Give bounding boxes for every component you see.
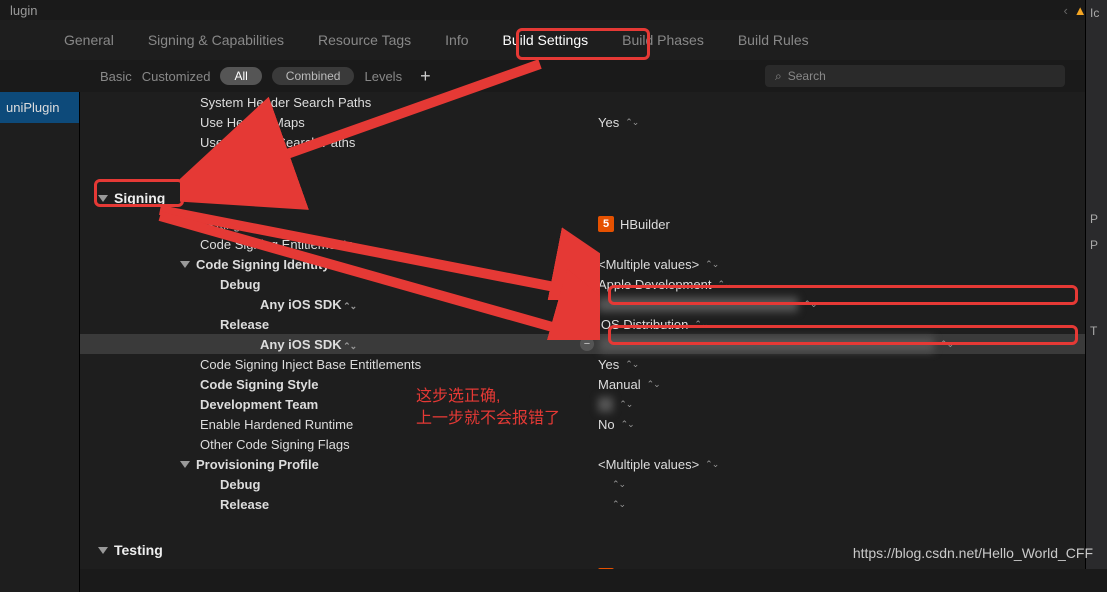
annotation-text: 这步选正确, 上一步就不会报错了 bbox=[416, 386, 560, 431]
setting-row[interactable]: Enable Hardened RuntimeNo⌃⌄ bbox=[80, 414, 1085, 434]
filter-bar: Basic Customized All Combined Levels + ⌕… bbox=[0, 60, 1085, 92]
filter-combined[interactable]: Combined bbox=[272, 67, 355, 85]
disclosure-icon bbox=[98, 547, 108, 554]
watermark: https://blog.csdn.net/Hello_World_CFF bbox=[853, 545, 1093, 561]
section-signing[interactable]: Signing bbox=[80, 182, 1085, 214]
tab-signing-caps[interactable]: Signing & Capabilities bbox=[144, 26, 288, 54]
hbuilder-icon: 5 bbox=[598, 216, 614, 232]
filter-basic[interactable]: Basic bbox=[100, 69, 132, 84]
setting-row[interactable]: Code Signing StyleManual⌃⌄ bbox=[80, 374, 1085, 394]
chevron-updown-icon: ⌃⌄ bbox=[625, 359, 638, 370]
setting-row[interactable]: Use Header MapsYes⌃⌄ bbox=[80, 112, 1085, 132]
setting-row[interactable]: System Header Search Paths bbox=[80, 92, 1085, 112]
tab-build-phases[interactable]: Build Phases bbox=[618, 26, 708, 54]
setting-row[interactable]: Any iOS SDK ⌃⌄−iPhone Distribution: Shen… bbox=[80, 334, 1085, 354]
filter-customized[interactable]: Customized bbox=[142, 69, 211, 84]
target-item[interactable]: uniPlugin bbox=[0, 92, 79, 123]
setting-row[interactable]: Provisioning Profile<Multiple values>⌃⌄ bbox=[80, 454, 1085, 474]
search-placeholder: Search bbox=[788, 69, 826, 83]
editor-main: General Signing & Capabilities Resource … bbox=[0, 20, 1085, 569]
setting-row[interactable]: Debug ⌃⌄ bbox=[80, 474, 1085, 494]
tab-resource-tags[interactable]: Resource Tags bbox=[314, 26, 415, 54]
disclosure-icon bbox=[180, 261, 190, 268]
setting-row[interactable]: ReleaseiOS Distribution⌃⌄ bbox=[80, 314, 1085, 334]
chevron-updown-icon: ⌃⌄ bbox=[804, 299, 817, 310]
setting-row[interactable]: Code Signing Inject Base EntitlementsYes… bbox=[80, 354, 1085, 374]
remove-icon[interactable]: − bbox=[580, 337, 594, 351]
setting-row[interactable]: Other Code Signing Flags bbox=[80, 434, 1085, 454]
chevron-updown-icon: ⌃⌄ bbox=[625, 117, 638, 128]
setting-row[interactable]: Release ⌃⌄ bbox=[80, 494, 1085, 514]
window-title: lugin bbox=[10, 3, 37, 18]
search-icon: ⌕ bbox=[775, 69, 782, 84]
targets-sidebar: uniPlugin bbox=[0, 92, 80, 592]
setting-row[interactable]: User Header Search Paths bbox=[80, 132, 1085, 152]
setting-row[interactable]: Development Team d⌃⌄ bbox=[80, 394, 1085, 414]
right-inspector: Ic P P T bbox=[1085, 0, 1107, 569]
disclosure-icon bbox=[98, 195, 108, 202]
search-field[interactable]: ⌕ Search bbox=[765, 65, 1065, 87]
chevron-updown-icon: ⌃⌄ bbox=[705, 259, 718, 270]
setting-row[interactable]: Any iOS SDK ⌃⌄iPhone Developer: zhuolin … bbox=[80, 294, 1085, 314]
settings-content: System Header Search Paths Use Header Ma… bbox=[80, 92, 1085, 569]
add-setting-button[interactable]: + bbox=[420, 66, 431, 87]
window-titlebar: lugin ‹ ▲ › bbox=[0, 0, 1107, 20]
chevron-updown-icon: ⌃⌄ bbox=[705, 459, 718, 470]
column-header: Setting5HBuilder bbox=[80, 214, 1085, 234]
filter-levels[interactable]: Levels bbox=[364, 69, 402, 84]
project-tabs: General Signing & Capabilities Resource … bbox=[0, 20, 1085, 60]
chevron-updown-icon: ⌃⌄ bbox=[717, 279, 730, 290]
tab-info[interactable]: Info bbox=[441, 26, 472, 54]
chevron-updown-icon: ⌃⌄ bbox=[612, 479, 625, 490]
setting-row[interactable]: Code Signing Entitlements bbox=[80, 234, 1085, 254]
filter-all[interactable]: All bbox=[220, 67, 261, 85]
setting-row[interactable]: Code Signing Identity<Multiple values>⌃⌄ bbox=[80, 254, 1085, 274]
tab-build-settings[interactable]: Build Settings bbox=[499, 26, 593, 54]
tab-general[interactable]: General bbox=[60, 26, 118, 54]
disclosure-icon bbox=[180, 461, 190, 468]
setting-row[interactable]: DebugApple Development⌃⌄ bbox=[80, 274, 1085, 294]
chevron-updown-icon: ⌃⌄ bbox=[647, 379, 660, 390]
chevron-updown-icon: ⌃⌄ bbox=[619, 399, 632, 410]
chevron-updown-icon: ⌃⌄ bbox=[694, 319, 707, 330]
chevron-updown-icon: ⌃⌄ bbox=[621, 419, 634, 430]
chevron-updown-icon: ⌃⌄ bbox=[940, 339, 953, 350]
tab-build-rules[interactable]: Build Rules bbox=[734, 26, 813, 54]
nav-back-icon[interactable]: ‹ bbox=[1063, 3, 1067, 18]
chevron-updown-icon: ⌃⌄ bbox=[612, 499, 625, 510]
